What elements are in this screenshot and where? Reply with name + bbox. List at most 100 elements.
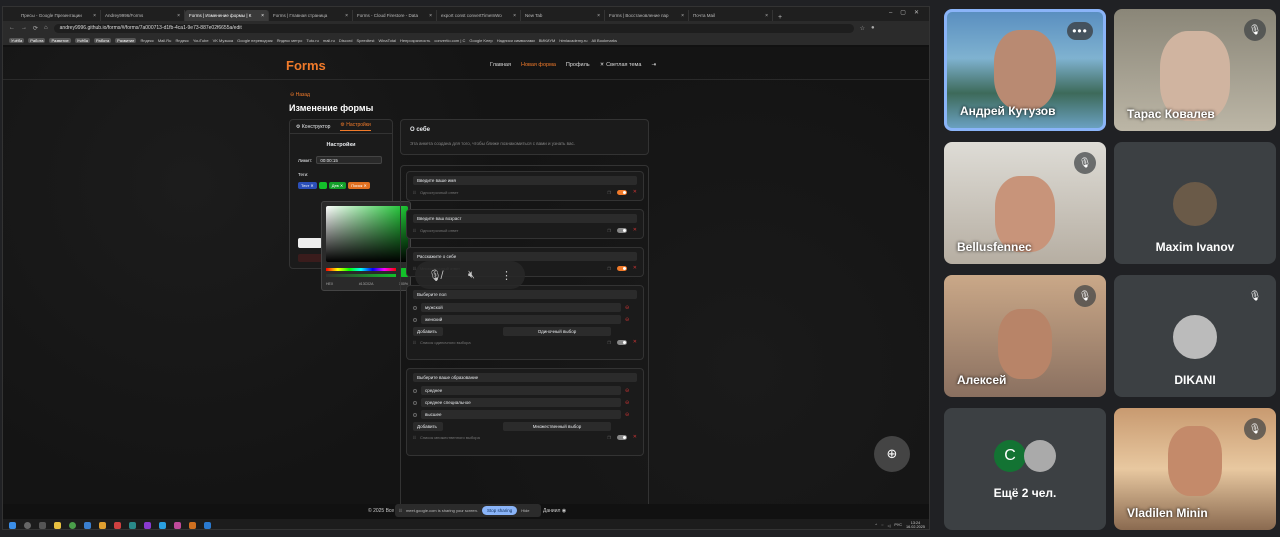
bookmark-item[interactable]: Яндекс метро [277,38,303,43]
remove-option-icon[interactable]: ⊖ [625,412,629,418]
browser-tab[interactable]: Forms | Восстановление пар × [605,10,689,21]
github-icon[interactable]: ◉ [562,508,566,514]
remove-option-icon[interactable]: ⊖ [625,400,629,406]
bookmark-item[interactable]: Tuto.ru [306,38,319,43]
nav-home-link[interactable]: Главная [490,62,511,68]
back-arrow-icon[interactable]: ← [9,25,15,31]
browser-tab-active[interactable]: Forms | Изменение формы | К × [185,10,269,21]
app-icon[interactable] [84,521,91,529]
volume-off-icon[interactable]: 🔇︎ [468,269,475,282]
tag-chip[interactable]: Дев ✕ [328,182,347,189]
participant-tile[interactable]: 🎙︎ Алексей [944,275,1106,397]
question-title[interactable]: Расскажите о себе [413,252,637,261]
bookmark-item[interactable]: Speedtest [356,38,374,43]
bookmark-item[interactable]: Учёба [74,37,90,43]
drag-icon[interactable]: ⠿ [413,435,416,440]
url-input[interactable]: andrey9996.github.io/forms/#/forms/7a000… [53,23,854,33]
bookmark-item[interactable]: Учёба [9,37,25,43]
question-title[interactable]: Введите ваше имя [413,176,637,185]
browser-tab[interactable]: Почта Mail × [689,10,773,21]
copy-icon[interactable]: ❐ [607,340,611,345]
required-toggle[interactable] [616,339,627,345]
question-title[interactable]: Выберите ваше образование [413,373,637,382]
hide-button[interactable]: Hide [521,508,529,513]
app-icon[interactable] [129,521,136,529]
participant-tile[interactable]: C Ещё 2 чел. [944,408,1106,530]
bookmark-item[interactable]: Развитие [49,37,71,43]
chevron-up-icon[interactable]: ^ [875,523,877,527]
bookmark-item[interactable]: YouTube [193,38,209,43]
copy-icon[interactable]: ❐ [607,228,611,233]
participant-tile[interactable]: ••• Андрей Кутузов [944,9,1106,131]
close-icon[interactable]: × [345,13,348,19]
participant-tile[interactable]: 🎙︎ DIKANI [1114,275,1276,397]
bookmark-item[interactable]: Непрозрачность [400,38,430,43]
app-icon[interactable] [159,521,166,529]
clock[interactable]: 13:24 16.02.2025 [906,521,925,530]
bookmark-item[interactable]: Google переводчик [237,38,272,43]
participant-tile[interactable]: Maxim Ivanov [1114,142,1276,264]
copy-icon[interactable]: ❐ [607,266,611,271]
tag-chip[interactable]: Поиск ✕ [348,182,370,189]
participant-tile[interactable]: 🎙︎ Vladilen Minin [1114,408,1276,530]
search-icon[interactable] [24,521,31,529]
alpha-slider[interactable] [326,274,396,277]
color-mode[interactable]: HEX [326,282,333,286]
folder-icon[interactable] [54,521,61,529]
drag-icon[interactable]: ⠿ [413,340,416,345]
delete-icon[interactable]: ✕ [633,434,637,440]
app-icon[interactable] [189,521,196,529]
drag-handle-icon[interactable]: ⠿ [399,508,402,513]
app-icon[interactable] [174,521,181,529]
bookmark-item[interactable]: mail.ru [323,38,335,43]
question-title[interactable]: Введите ваш возраст [413,214,637,223]
option-input[interactable]: женский [421,315,621,324]
save-button[interactable] [298,238,322,248]
bookmark-item[interactable]: All Bookmarks [591,38,617,43]
bookmark-item[interactable]: Работа [28,37,46,43]
required-toggle[interactable] [616,265,627,271]
required-toggle[interactable] [616,189,627,195]
remove-option-icon[interactable]: ⊖ [625,388,629,394]
vscode-icon[interactable] [204,521,211,529]
copy-icon[interactable]: ❐ [607,435,611,440]
close-icon[interactable]: × [513,13,516,19]
choice-type-select[interactable]: Одиночный выбор [503,327,611,336]
tag-chip[interactable] [318,182,327,189]
tag-chip[interactable]: Тест ✕ [298,182,317,189]
add-option-button[interactable]: Добавить [413,327,443,336]
hue-slider[interactable] [326,268,396,271]
stop-sharing-button[interactable]: Stop sharing [481,506,518,515]
delete-icon[interactable]: ✕ [633,227,637,233]
close-icon[interactable]: × [429,13,432,19]
option-input[interactable]: мужской [421,303,621,312]
bookmark-item[interactable]: Mail.Ru [158,38,172,43]
bookmark-item[interactable]: convertio.com | C [434,38,465,43]
participant-tile[interactable]: 🎙︎ Тарас Ковалев [1114,9,1276,131]
bookmark-item[interactable]: Google Keep [469,38,492,43]
browser-tab[interactable]: Forms | Главная страница × [269,10,353,21]
bookmark-item[interactable]: VK Музыка [213,38,234,43]
browser-tab[interactable]: export const convertTimeInWo × [437,10,521,21]
delete-icon[interactable]: ✕ [633,189,637,195]
question-title[interactable]: Выберите пол [413,290,637,299]
drag-icon[interactable]: ⠿ [413,228,416,233]
remove-option-icon[interactable]: ⊖ [625,305,629,311]
form-title[interactable]: О себе [410,127,639,133]
app-icon[interactable] [99,521,106,529]
chrome-icon[interactable] [69,521,76,529]
close-icon[interactable]: × [177,13,180,19]
nav-profile-link[interactable]: Профиль [566,62,590,68]
network-icon[interactable]: ◌ [881,523,883,527]
limit-input[interactable]: 00:00:15 [316,156,383,164]
window-controls-icon[interactable]: –▢✕ [889,9,927,16]
drag-icon[interactable]: ⠿ [413,190,416,195]
option-input[interactable]: высшее [421,410,621,419]
bookmark-item[interactable]: Яндекс [175,38,188,43]
close-icon[interactable]: × [597,13,600,19]
delete-icon[interactable]: ✕ [633,265,637,271]
volume-icon[interactable]: ◁ [887,523,890,528]
language-indicator[interactable]: РУС [894,523,902,527]
bookmark-item[interactable]: Развитие [115,37,137,43]
forward-arrow-icon[interactable]: → [21,25,27,31]
